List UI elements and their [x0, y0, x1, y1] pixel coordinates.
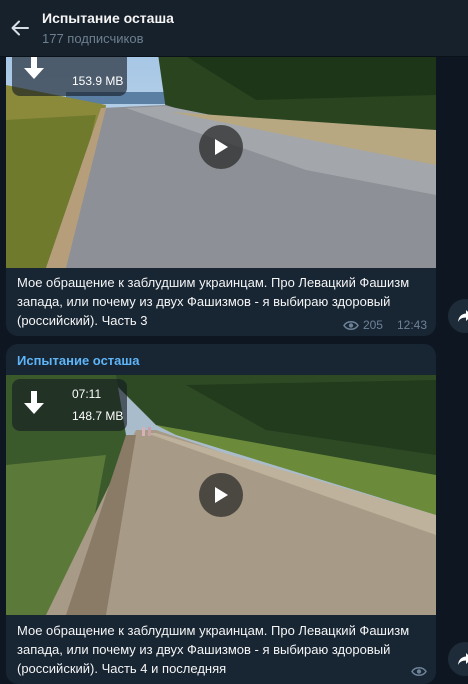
share-button[interactable]: [448, 642, 468, 676]
message-meta: 205 12:43: [343, 318, 427, 332]
message-time: 12:43: [396, 318, 427, 332]
download-overlay: 07:11 148.7 MB: [12, 379, 127, 431]
share-arrow-icon: [458, 310, 468, 322]
eye-icon: [343, 320, 359, 330]
file-size: 148.7 MB: [72, 409, 124, 423]
download-icon[interactable]: [20, 389, 48, 419]
chat-header: Испытание осташа 177 подписчиков: [0, 0, 468, 57]
message-caption: Мое обращение к заблудшим украинцам. Про…: [17, 623, 410, 676]
download-icon[interactable]: [20, 54, 48, 84]
back-button[interactable]: [4, 12, 36, 44]
share-arrow-icon: [458, 653, 468, 665]
video-preview[interactable]: 07:11 148.7 MB: [6, 375, 436, 615]
play-button[interactable]: [199, 125, 243, 169]
channel-title[interactable]: Испытание осташа: [42, 10, 174, 26]
arrow-left-icon: [11, 20, 29, 36]
sender-name[interactable]: Испытание осташа: [17, 353, 139, 368]
message-bubble[interactable]: 153.9 MB Мое обращение к заблудшим украи…: [6, 20, 436, 336]
video-preview[interactable]: 153.9 MB: [6, 20, 436, 268]
play-icon: [215, 139, 228, 155]
share-button[interactable]: [448, 299, 468, 333]
message-bubble[interactable]: Испытание осташа 07:11 148.7 MB Мое обра…: [6, 344, 436, 684]
play-button[interactable]: [199, 473, 243, 517]
video-duration: 07:11: [72, 387, 102, 401]
subscriber-count: 177 подписчиков: [42, 31, 144, 46]
message-list[interactable]: 153.9 MB Мое обращение к заблудшим украи…: [0, 0, 468, 684]
view-count: 205: [362, 318, 383, 332]
play-icon: [215, 487, 228, 503]
file-size: 153.9 MB: [72, 74, 124, 88]
